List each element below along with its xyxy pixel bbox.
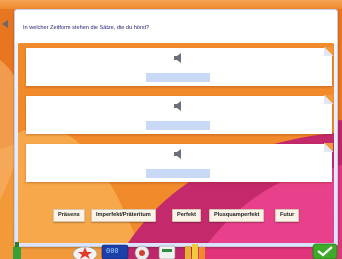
book-icon[interactable]	[183, 243, 209, 259]
answer-slot-2[interactable]	[146, 121, 210, 130]
instruction-text: In welcher Zeitform stehen die Sätze, di…	[23, 25, 150, 31]
sentence-card-2	[26, 95, 333, 134]
word-option-perfekt[interactable]: Perfekt	[172, 209, 201, 222]
counter-display: 000	[106, 247, 119, 255]
star-cursor-icon[interactable]	[72, 244, 98, 259]
word-option-praesens[interactable]: Präsens	[53, 209, 85, 222]
page-curl	[324, 143, 333, 152]
speaker-icon[interactable]	[173, 101, 185, 111]
word-option-imperfekt[interactable]: Imperfekt/Präteritum	[91, 209, 156, 222]
check-icon[interactable]	[312, 243, 338, 259]
word-option-plusquamperfekt[interactable]: Plusquamperfekt	[209, 209, 265, 222]
tool-icon[interactable]	[131, 244, 153, 259]
top-strip	[0, 0, 342, 9]
bottle-icon[interactable]	[10, 242, 24, 259]
answer-slot-1[interactable]	[146, 73, 210, 82]
page-curl	[324, 95, 333, 104]
sentence-card-3	[26, 143, 333, 182]
sentence-card-1	[26, 47, 333, 86]
instruction-bar: In welcher Zeitform stehen die Sätze, di…	[15, 10, 337, 43]
tool-icon[interactable]	[156, 244, 178, 259]
bottom-toolbar: 000	[0, 242, 342, 259]
speaker-icon[interactable]	[173, 149, 185, 159]
word-option-futur[interactable]: Futur	[275, 209, 300, 222]
answer-slot-3[interactable]	[146, 169, 210, 178]
left-arrow-icon[interactable]	[2, 20, 9, 28]
page-curl	[324, 47, 333, 56]
speaker-icon[interactable]	[173, 53, 185, 63]
